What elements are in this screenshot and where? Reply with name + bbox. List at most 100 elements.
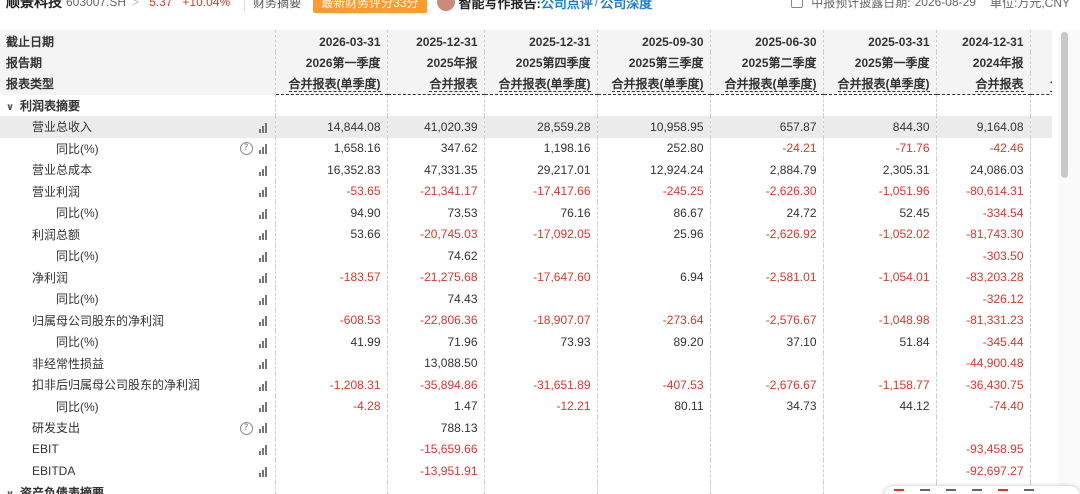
table-row[interactable]: 同比(%) 94.90 73.53 76.16 86.67 24.72 52.45 -334.…	[0, 202, 1052, 224]
table-cell: -42.46	[936, 137, 1031, 159]
floating-toolbar[interactable]	[884, 486, 1080, 494]
bar-chart-icon[interactable]	[258, 273, 267, 284]
table-cell: -81,743.30	[936, 223, 1031, 245]
section-balance-title[interactable]: ∨ 资产负债表摘要	[0, 482, 226, 494]
vertical-scrollbar[interactable]	[1058, 30, 1080, 494]
table-cell: 80.11	[597, 395, 711, 417]
table-cell	[484, 460, 598, 482]
table-cell: -326.12	[936, 288, 1031, 310]
table-row[interactable]: 利润总额 53.66 -20,745.03 -17,092.05 25.96 -2,626…	[0, 223, 1052, 245]
table-cell	[823, 288, 937, 310]
table-cell	[823, 460, 937, 482]
bar-chart-icon[interactable]	[258, 165, 267, 176]
bar-chart-icon[interactable]	[258, 122, 267, 133]
stock-price: 5.37	[149, 0, 173, 9]
bar-chart-icon[interactable]	[258, 402, 267, 413]
header-cell-text: 合并报表(单季度)	[611, 77, 704, 92]
bar-chart-icon[interactable]	[258, 208, 267, 219]
table-row[interactable]: EBITDA -13,951.91 -92,697.27	[0, 460, 1052, 482]
toolbar-icon-3[interactable]	[946, 489, 956, 494]
table-row[interactable]: 同比(%) 74.43 -326.12	[0, 288, 1052, 310]
table-cell	[1030, 202, 1052, 224]
table-row[interactable]: 同比(%)? 1,658.16 347.62 1,198.16 252.80 -24.21…	[0, 137, 1052, 160]
bar-chart-icon[interactable]	[258, 316, 267, 327]
chevron-down-icon[interactable]: ∨	[6, 489, 16, 494]
table-cell: -18,907.07	[484, 309, 598, 331]
toolbar-icon-4[interactable]	[972, 489, 982, 494]
company-depth-link[interactable]: 公司深度	[600, 0, 652, 12]
row-label: 营业利润	[32, 184, 81, 199]
tab-financial-summary[interactable]: 财务摘要	[244, 0, 309, 11]
table-row[interactable]: 归属母公司股东的净利润 -608.53 -22,806.36 -18,907.07 -2…	[0, 309, 1052, 331]
table-row[interactable]: EBIT -15,659.66 -93,458.95	[0, 438, 1052, 460]
table-cell: 1.47	[387, 395, 485, 417]
table-cell	[275, 438, 388, 460]
row-tools	[226, 245, 276, 267]
header-cell: 2026-03-31	[275, 30, 388, 52]
bar-chart-icon[interactable]	[258, 294, 267, 305]
row-label: 同比(%)	[56, 292, 99, 307]
toolbar-icon-2[interactable]	[920, 489, 930, 494]
section-empty-cell	[597, 481, 711, 494]
row-tools	[226, 309, 276, 331]
chevron-down-icon[interactable]: ∨	[6, 102, 16, 113]
table-cell: -1,051.96	[823, 180, 937, 202]
row-tools	[226, 438, 276, 460]
table-cell	[1030, 181, 1052, 203]
section-empty-cell	[484, 94, 598, 116]
header-cell-text: 2025年报	[426, 55, 478, 70]
row-tools	[226, 374, 276, 396]
section-empty-cell	[275, 94, 388, 116]
table-cell: 1,658.16	[275, 137, 388, 159]
table-row[interactable]: 扣非后归属母公司股东的净利润 -1,208.31 -35,894.86 -31,651…	[0, 374, 1052, 396]
toolbar-icon-1[interactable]	[894, 489, 904, 494]
table-cell: 16,352.83	[275, 159, 388, 181]
row-label: EBIT	[32, 442, 59, 457]
table-cell	[936, 417, 1031, 439]
table-row[interactable]: 非经常性损益 13,088.50 -44,900.48	[0, 352, 1052, 374]
table-row[interactable]: 净利润 -183.57 -21,275.68 -17,647.60 6.94 -2,581…	[0, 266, 1052, 288]
table-cell: -303.50	[936, 245, 1031, 267]
toolbar-icon-6[interactable]	[1024, 489, 1034, 494]
table-row[interactable]: 营业总成本 16,352.83 47,331.35 29,217.01 12,924.2…	[0, 159, 1052, 181]
toolbar-icon-5[interactable]	[998, 489, 1008, 494]
company-review-link[interactable]: 公司点评	[541, 0, 593, 12]
table-cell	[1030, 417, 1052, 439]
financial-score-badge[interactable]: 最新财务评分33分	[313, 0, 427, 13]
header-cell-text: 2025第二季度	[741, 55, 817, 70]
table-cell	[597, 245, 711, 267]
table-row[interactable]: 营业总收入 14,844.08 41,020.39 28,559.28 10,958.9…	[0, 116, 1052, 138]
bar-chart-icon[interactable]	[258, 445, 267, 456]
header-cell-text: 2024年报	[972, 55, 1024, 70]
bar-chart-icon[interactable]	[258, 187, 267, 198]
bar-chart-icon[interactable]	[258, 251, 267, 262]
section-empty-cell	[936, 94, 1031, 116]
section-income-label: 利润表摘要	[20, 98, 81, 113]
bar-chart-icon[interactable]	[258, 380, 267, 391]
row-tools: ?	[226, 417, 276, 439]
bar-chart-icon[interactable]	[258, 423, 267, 434]
bar-chart-icon[interactable]	[258, 359, 267, 370]
row-label: 利润总额	[32, 227, 81, 242]
scrollbar-thumb[interactable]	[1061, 32, 1068, 178]
help-circle-icon[interactable]: ?	[239, 421, 253, 435]
table-row[interactable]: 同比(%) 41.99 71.96 73.93 89.20 37.10 51.84 -345.…	[0, 331, 1052, 353]
table-row[interactable]: 营业利润 -53.65 -21,341.17 -17,417.66 -245.25 -2,…	[0, 180, 1052, 203]
header-cell-text: 2025第四季度	[515, 55, 591, 70]
help-circle-icon[interactable]: ?	[239, 142, 253, 156]
bar-chart-icon[interactable]	[258, 466, 267, 477]
bar-chart-icon[interactable]	[258, 143, 267, 154]
header-row: 报告期 2026第一季度 2025年报 2025第四季度 2025第三季度 2025第二季…	[0, 51, 1052, 73]
table-cell: 10,958.95	[597, 116, 711, 138]
table-row[interactable]: 研发支出? 788.13	[0, 417, 1052, 439]
section-income-title[interactable]: ∨ 利润表摘要	[0, 95, 226, 117]
table-row[interactable]: 同比(%) -4.28 1.47 -12.21 80.11 34.73 44.12 -74.4…	[0, 395, 1052, 417]
bar-chart-icon[interactable]	[258, 337, 267, 348]
section-income-row[interactable]: ∨ 利润表摘要	[0, 94, 1052, 117]
table-cell: -15,659.66	[387, 438, 485, 460]
table-row[interactable]: 同比(%) 74.62 -303.50	[0, 245, 1052, 267]
table-cell	[1030, 138, 1052, 160]
table-cell: 788.13	[387, 417, 485, 439]
bar-chart-icon[interactable]	[258, 230, 267, 241]
stock-name[interactable]: 顺景科技	[6, 0, 62, 12]
